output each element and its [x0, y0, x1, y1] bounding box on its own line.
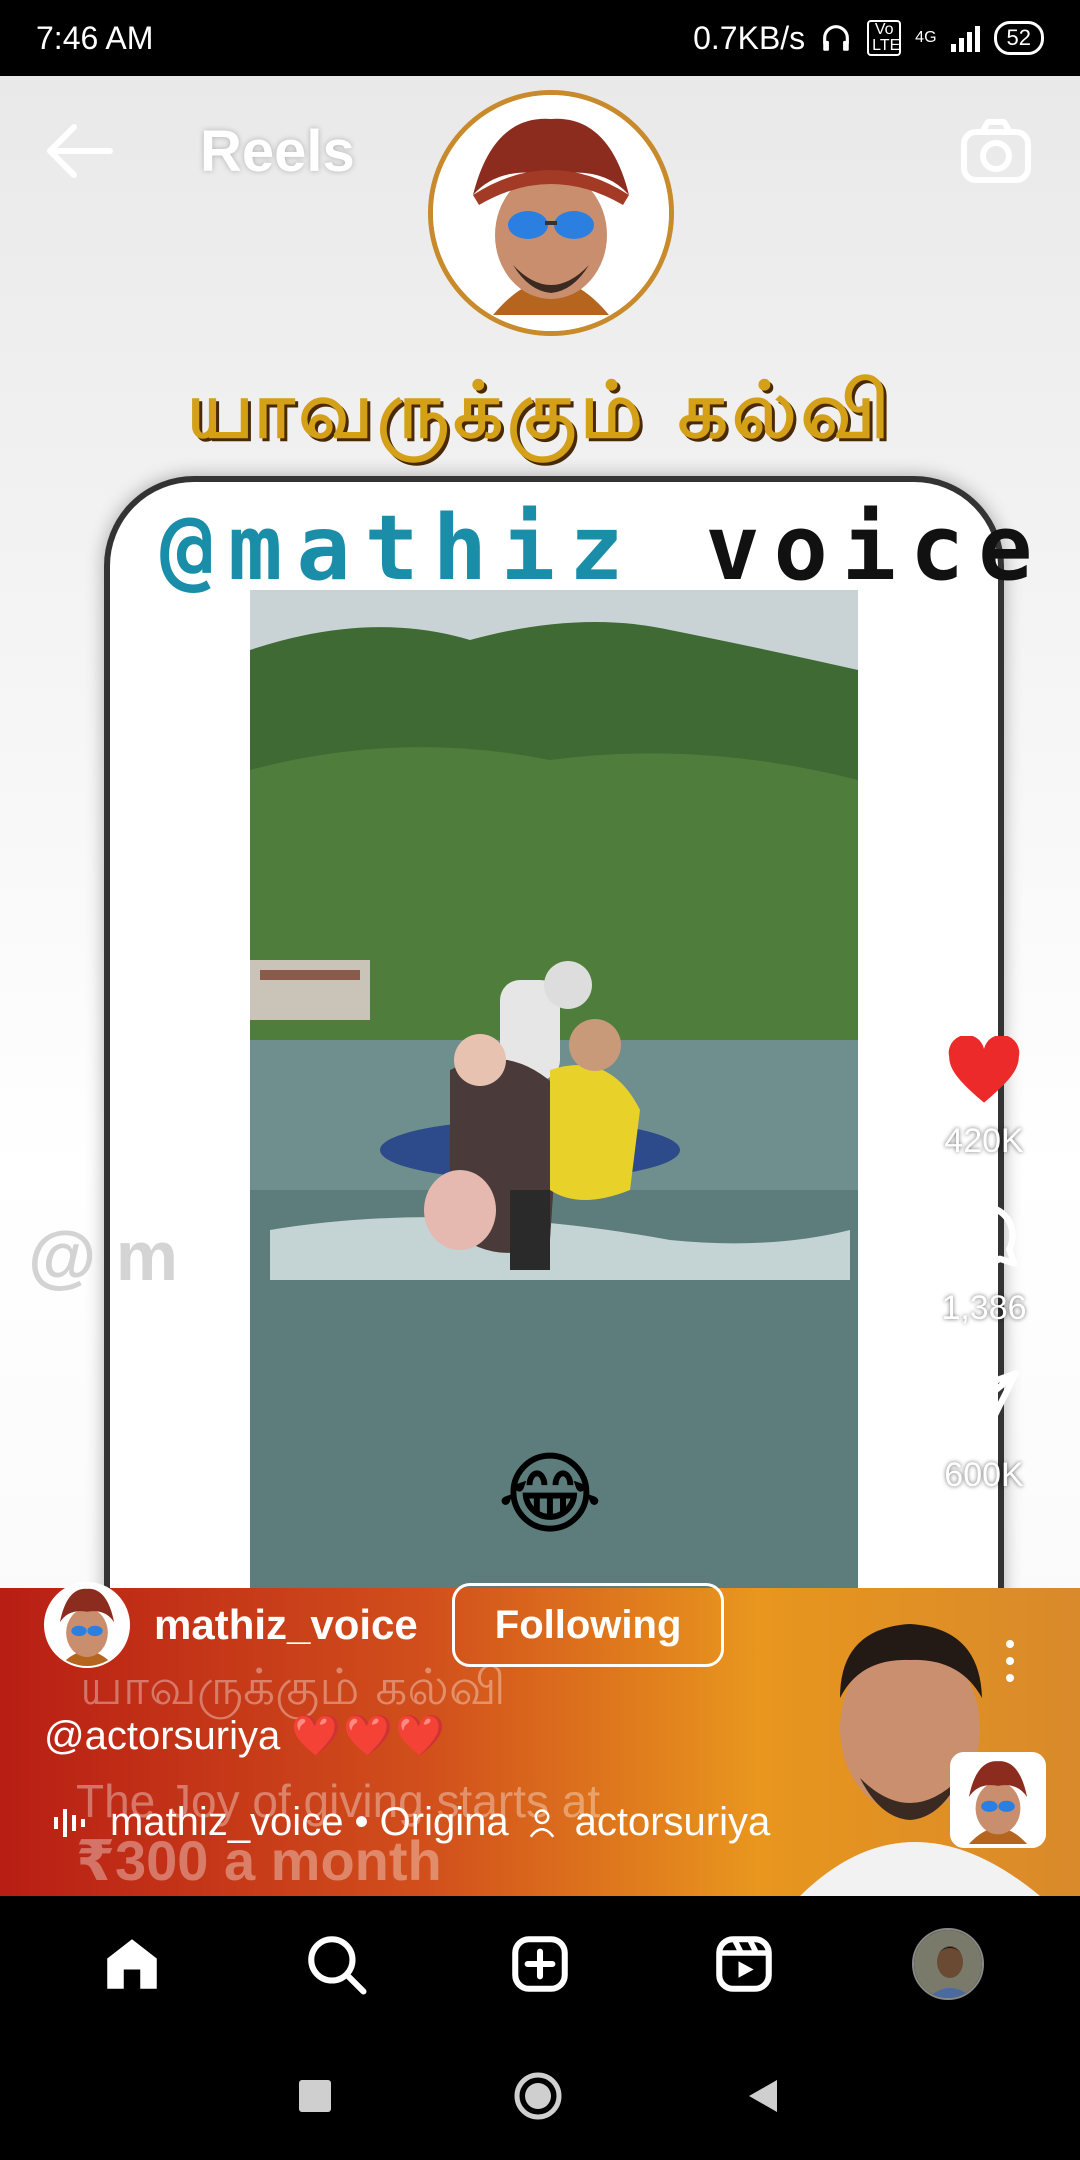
home-circle-icon[interactable]	[513, 2071, 563, 2121]
comment-button[interactable]: 1,386	[924, 1197, 1044, 1328]
user-avatar-image	[46, 1584, 128, 1666]
following-button[interactable]: Following	[451, 1583, 725, 1667]
share-count: 600K	[944, 1456, 1024, 1494]
reels-header: Reels	[0, 76, 1080, 336]
system-navigation	[0, 2032, 1080, 2160]
profile-avatar	[912, 1928, 984, 2000]
network-type: 4G	[915, 29, 937, 46]
nav-reels[interactable]	[704, 1924, 784, 2004]
headphone-icon	[823, 25, 850, 51]
audio-text[interactable]: mathiz_voice • Origina	[110, 1800, 509, 1845]
audio-thumb-image	[954, 1756, 1042, 1844]
actor-photo	[800, 1624, 1040, 1896]
laughing-emoji: 😂	[497, 1445, 602, 1545]
turban-avatar-image	[433, 95, 669, 331]
comment-count: 1,386	[941, 1289, 1027, 1327]
status-time: 7:46 AM	[36, 19, 154, 56]
more-options-button[interactable]	[1000, 1636, 1020, 1686]
reels-icon	[716, 1936, 772, 1992]
reel-actions: 420K 1,386 600K	[924, 1036, 1044, 1531]
caption-mention[interactable]: @actorsuriya	[44, 1714, 280, 1758]
bottom-navigation	[0, 1896, 1080, 2032]
nav-create[interactable]	[500, 1924, 580, 2004]
battery-icon: 52	[993, 21, 1044, 55]
comment-icon	[952, 1203, 1018, 1267]
audio-row[interactable]: mathiz_voice • Origina actorsuriya	[52, 1800, 770, 1845]
recents-icon[interactable]	[297, 2078, 333, 2114]
camera-button[interactable]	[956, 114, 1036, 190]
search-icon	[308, 1936, 367, 1995]
nav-profile[interactable]	[908, 1924, 988, 2004]
audio-thumbnail[interactable]	[950, 1752, 1046, 1848]
video-scene: 😂	[250, 590, 858, 1590]
audio-wave-icon	[54, 1808, 85, 1837]
more-vertical-icon	[1006, 1640, 1014, 1682]
heart-icon	[948, 1036, 1020, 1103]
like-button[interactable]: 420K	[924, 1036, 1044, 1161]
volte-icon: Vo LTE	[867, 20, 902, 56]
username-link[interactable]: mathiz_voice	[154, 1601, 418, 1649]
create-icon	[512, 1936, 568, 1992]
avatar[interactable]	[44, 1582, 130, 1668]
share-button[interactable]: 600K	[924, 1364, 1044, 1495]
video-tamil-heading: யாவருக்கும் கல்வி	[186, 366, 894, 456]
like-count: 420K	[944, 1122, 1024, 1160]
send-icon	[949, 1370, 1019, 1434]
back-button[interactable]	[40, 116, 120, 186]
nav-search[interactable]	[296, 1924, 376, 2004]
nav-home[interactable]	[92, 1924, 172, 2004]
back-triangle-icon[interactable]	[743, 2076, 783, 2116]
tagged-user[interactable]: actorsuriya	[575, 1800, 771, 1845]
video-content: 😂	[250, 590, 858, 1590]
post-caption[interactable]: @actorsuriya ❤️❤️❤️	[44, 1712, 447, 1759]
status-bar: 7:46 AM 0.7KB/s Vo LTE 4G 52	[0, 0, 1080, 76]
profile-avatar-image	[914, 1930, 982, 1998]
status-icons: 0.7KB/s Vo LTE 4G 52	[693, 20, 1044, 57]
arrow-left-icon	[47, 124, 113, 178]
person-icon	[529, 1808, 554, 1838]
post-user-row: mathiz_voice Following	[44, 1580, 725, 1670]
signal-icon	[950, 24, 980, 52]
caption-hearts: ❤️❤️❤️	[291, 1714, 447, 1758]
page-title: Reels	[200, 119, 355, 184]
home-icon	[107, 1939, 157, 1989]
camera-icon	[961, 119, 1031, 183]
video-watermark: @ m	[28, 1217, 178, 1295]
video-creator-logo	[428, 90, 674, 336]
net-speed: 0.7KB/s	[693, 19, 806, 56]
video-handle-text: @mathiz_voice	[160, 496, 1047, 601]
